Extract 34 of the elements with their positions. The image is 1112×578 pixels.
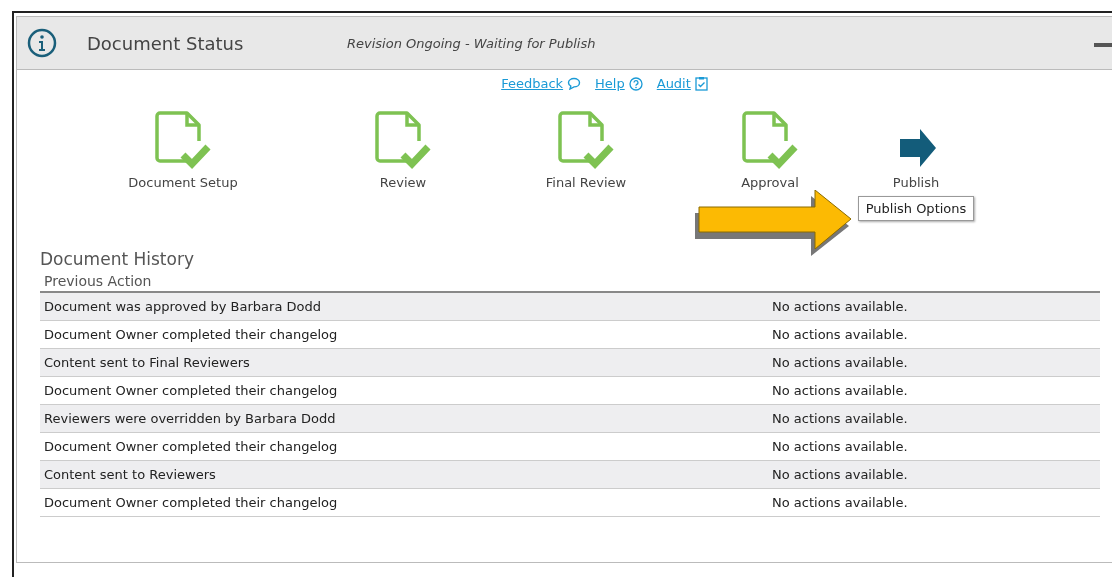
table-cell: No actions available. xyxy=(768,320,1100,349)
table-cell: Document was approved by Barbara Dodd xyxy=(40,292,768,321)
tooltip: Publish Options xyxy=(857,196,975,221)
table-cell: Document Owner completed their changelog xyxy=(40,432,768,461)
table-cell: No actions available. xyxy=(768,348,1100,377)
collapse-icon[interactable] xyxy=(1094,43,1112,47)
table-cell: Document Owner completed their changelog xyxy=(40,320,768,349)
document-check-icon xyxy=(155,111,211,171)
step-label[interactable]: Document Setup xyxy=(128,175,238,190)
table-cell: No actions available. xyxy=(768,432,1100,461)
speech-bubble-icon xyxy=(567,77,582,90)
table-cell: No actions available. xyxy=(768,404,1100,433)
table-cell: Reviewers were overridden by Barbara Dodd xyxy=(40,404,768,433)
help-icon xyxy=(628,76,643,91)
table-cell: No actions available. xyxy=(768,488,1100,517)
table-cell: No actions available. xyxy=(768,460,1100,489)
step-label[interactable]: Approval xyxy=(741,175,799,190)
clipboard-check-icon xyxy=(694,76,708,91)
table-cell: Document Owner completed their changelog xyxy=(40,376,768,405)
document-check-icon xyxy=(375,111,431,171)
info-icon xyxy=(27,28,57,58)
table-cell: Content sent to Reviewers xyxy=(40,460,768,489)
step-label[interactable]: Review xyxy=(379,175,427,190)
table-cell: Content sent to Final Reviewers xyxy=(40,348,768,377)
document-check-icon xyxy=(558,111,614,171)
status-text: Revision Ongoing - Waiting for Publish xyxy=(347,35,596,51)
panel-title: Document Status xyxy=(87,32,245,54)
table-cell: No actions available. xyxy=(768,376,1100,405)
section-title: Document History xyxy=(40,249,195,269)
document-check-icon xyxy=(742,111,798,171)
step-label[interactable]: Publish xyxy=(892,175,940,190)
table-cell: No actions available. xyxy=(768,292,1100,321)
step-label[interactable]: Final Review xyxy=(545,175,627,190)
table-cell: Document Owner completed their changelog xyxy=(40,488,768,517)
